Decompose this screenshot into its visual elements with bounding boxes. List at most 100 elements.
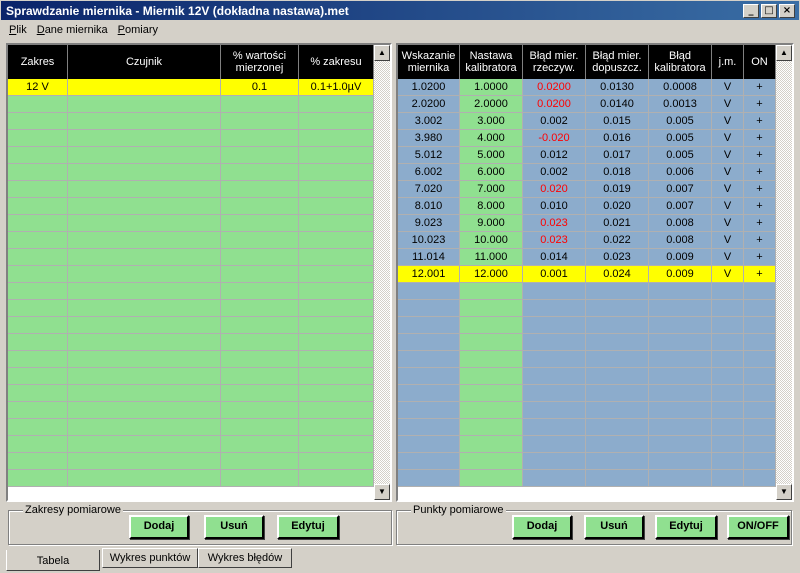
empty-cell[interactable] [299,283,374,300]
empty-cell[interactable] [68,300,221,317]
empty-row[interactable] [8,470,374,487]
empty-cell[interactable] [586,351,649,368]
empty-cell[interactable] [649,283,712,300]
cell-err-allowed[interactable]: 0.019 [586,181,649,198]
empty-cell[interactable] [523,419,586,436]
empty-row[interactable] [8,215,374,232]
empty-cell[interactable] [460,317,523,334]
cell-setting[interactable]: 9.000 [460,215,523,232]
cell-err-actual[interactable]: 0.020 [523,181,586,198]
cell-reading[interactable]: 10.023 [398,232,460,249]
empty-cell[interactable] [8,453,68,470]
empty-cell[interactable] [744,385,776,402]
empty-row[interactable] [398,385,776,402]
scroll-down-icon[interactable]: ▼ [776,484,792,500]
empty-cell[interactable] [221,351,299,368]
empty-cell[interactable] [398,317,460,334]
points-delete-button[interactable]: Usuń [584,515,644,539]
cell-setting[interactable]: 1.0000 [460,79,523,96]
cell-reading[interactable]: 8.010 [398,198,460,215]
empty-cell[interactable] [68,334,221,351]
empty-cell[interactable] [398,283,460,300]
empty-cell[interactable] [299,453,374,470]
empty-cell[interactable] [299,215,374,232]
empty-cell[interactable] [221,436,299,453]
empty-cell[interactable] [68,96,221,113]
cell-reading[interactable]: 3.002 [398,113,460,130]
cell-err-cal[interactable]: 0.006 [649,164,712,181]
empty-cell[interactable] [68,453,221,470]
empty-cell[interactable] [299,368,374,385]
empty-cell[interactable] [68,164,221,181]
cell-err-actual[interactable]: 0.0200 [523,79,586,96]
empty-cell[interactable] [8,113,68,130]
ranges-add-button[interactable]: Dodaj [129,515,189,539]
empty-cell[interactable] [712,402,744,419]
header-pct-range[interactable]: % zakresu [299,45,374,79]
empty-cell[interactable] [8,419,68,436]
empty-cell[interactable] [299,436,374,453]
empty-cell[interactable] [8,215,68,232]
empty-cell[interactable] [221,470,299,487]
ranges-grid[interactable]: Zakres Czujnik % wartości mierzonej % za… [6,43,392,502]
empty-cell[interactable] [299,96,374,113]
empty-cell[interactable] [221,181,299,198]
empty-cell[interactable] [523,283,586,300]
empty-cell[interactable] [8,198,68,215]
cell-err-cal[interactable]: 0.009 [649,249,712,266]
empty-cell[interactable] [586,300,649,317]
empty-cell[interactable] [8,351,68,368]
table-row[interactable]: 10.023 10.000 0.023 0.022 0.008 V + [398,232,776,249]
tab-wykres-bledow[interactable]: Wykres błędów [198,548,292,568]
cell-pct-value[interactable]: 0.1 [221,79,299,96]
empty-cell[interactable] [744,419,776,436]
cell-on[interactable]: + [744,249,776,266]
ranges-delete-button[interactable]: Usuń [204,515,264,539]
empty-cell[interactable] [712,368,744,385]
table-row[interactable]: 11.014 11.000 0.014 0.023 0.009 V + [398,249,776,266]
empty-cell[interactable] [8,249,68,266]
cell-on[interactable]: + [744,266,776,283]
empty-cell[interactable] [586,283,649,300]
cell-setting[interactable]: 2.0000 [460,96,523,113]
table-row[interactable]: 8.010 8.000 0.010 0.020 0.007 V + [398,198,776,215]
empty-row[interactable] [8,300,374,317]
cell-err-actual[interactable]: 0.014 [523,249,586,266]
empty-cell[interactable] [460,351,523,368]
cell-unit[interactable]: V [712,215,744,232]
cell-unit[interactable]: V [712,130,744,147]
empty-cell[interactable] [8,266,68,283]
empty-cell[interactable] [68,317,221,334]
scroll-down-icon[interactable]: ▼ [374,484,390,500]
points-edit-button[interactable]: Edytuj [655,515,717,539]
empty-cell[interactable] [586,402,649,419]
cell-setting[interactable]: 7.000 [460,181,523,198]
empty-cell[interactable] [523,453,586,470]
cell-zakres[interactable]: 12 V [8,79,68,96]
cell-err-allowed[interactable]: 0.0130 [586,79,649,96]
empty-row[interactable] [398,402,776,419]
header-err-cal[interactable]: Błąd kalibratora [649,45,712,79]
cell-unit[interactable]: V [712,232,744,249]
cell-on[interactable]: + [744,215,776,232]
cell-reading[interactable]: 5.012 [398,147,460,164]
cell-unit[interactable]: V [712,181,744,198]
empty-cell[interactable] [744,402,776,419]
empty-row[interactable] [398,368,776,385]
empty-cell[interactable] [68,368,221,385]
empty-cell[interactable] [299,147,374,164]
empty-row[interactable] [398,351,776,368]
table-row[interactable]: 9.023 9.000 0.023 0.021 0.008 V + [398,215,776,232]
cell-err-cal[interactable]: 0.009 [649,266,712,283]
empty-row[interactable] [8,232,374,249]
empty-row[interactable] [398,453,776,470]
empty-cell[interactable] [523,470,586,487]
empty-cell[interactable] [299,385,374,402]
empty-row[interactable] [8,334,374,351]
cell-err-actual[interactable]: 0.010 [523,198,586,215]
table-row[interactable]: 5.012 5.000 0.012 0.017 0.005 V + [398,147,776,164]
cell-err-allowed[interactable]: 0.016 [586,130,649,147]
empty-cell[interactable] [68,470,221,487]
empty-cell[interactable] [586,436,649,453]
cell-err-allowed[interactable]: 0.017 [586,147,649,164]
